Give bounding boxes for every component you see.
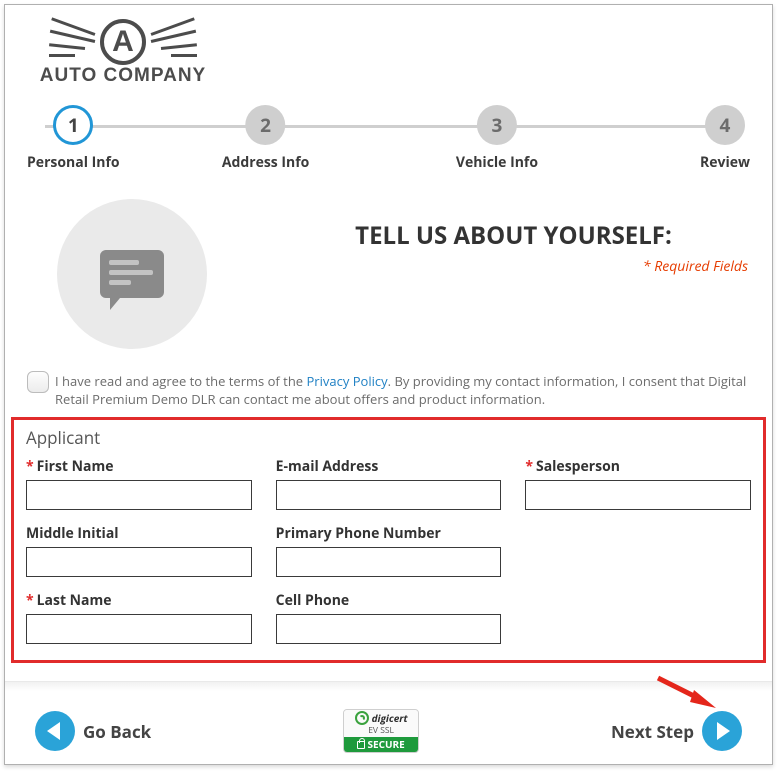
last-name-input[interactable] [26,614,252,644]
brand-logo: A AUTO COMPANY [23,19,223,87]
step-personal-info[interactable]: 1 Personal Info [27,105,120,172]
field-first-name: *First Name [26,457,252,510]
privacy-policy-link[interactable]: Privacy Policy [306,372,387,390]
required-star: * [525,457,533,476]
middle-initial-input[interactable] [26,547,252,577]
page-title: TELL US ABOUT YOURSELF: [273,219,754,252]
last-name-label: Last Name [37,591,112,610]
step-label: Personal Info [27,153,120,172]
field-primary-phone: Primary Phone Number [276,524,502,577]
arrow-right-icon [702,711,742,751]
consent-pre: I have read and agree to the terms of th… [55,372,306,390]
brand-emblem: A [63,19,183,69]
required-star: * [26,457,34,476]
consent-row: I have read and agree to the terms of th… [23,363,754,414]
lock-icon [357,741,365,749]
salesperson-label: Salesperson [536,457,620,476]
consent-checkbox[interactable] [27,371,49,393]
primary-phone-label: Primary Phone Number [276,524,441,543]
hero-section: TELL US ABOUT YOURSELF: * Required Field… [23,197,754,363]
go-back-label: Go Back [83,720,151,743]
next-step-button[interactable]: Next Step [611,711,742,751]
primary-phone-input[interactable] [276,547,502,577]
middle-initial-label: Middle Initial [26,524,119,543]
form-frame: A AUTO COMPANY 1Personal Info2Address In… [4,4,773,765]
first-name-label: First Name [37,457,114,476]
divider [5,681,772,691]
stepper-track [45,125,732,128]
field-middle-initial: Middle Initial [26,524,252,577]
speech-bubble-icon [100,250,164,298]
field-email: E-mail Address [276,457,502,510]
first-name-input[interactable] [26,480,252,510]
footer-nav: Go Back digicert EV SSL SECURE Next Step [23,691,754,759]
step-number: 3 [477,105,517,145]
go-back-button[interactable]: Go Back [35,711,151,751]
next-step-label: Next Step [611,720,694,743]
step-label: Address Info [222,153,310,172]
step-label: Vehicle Info [456,153,538,172]
swirl-icon [355,711,369,725]
step-review[interactable]: 4 Review [700,105,750,172]
salesperson-input[interactable] [525,480,751,510]
cell-phone-input[interactable] [276,614,502,644]
email-input[interactable] [276,480,502,510]
applicant-panel: Applicant *First Name Middle Initial *La… [11,417,766,663]
field-cell-phone: Cell Phone [276,591,502,644]
badge-secure: SECURE [367,737,404,751]
step-vehicle-info[interactable]: 3 Vehicle Info [456,105,538,172]
progress-stepper: 1Personal Info2Address Info3Vehicle Info… [27,105,750,165]
field-salesperson: *Salesperson [525,457,751,510]
step-address-info[interactable]: 2 Address Info [222,105,310,172]
arrow-left-icon [35,711,75,751]
step-label: Review [700,153,750,172]
step-number: 2 [246,105,286,145]
consent-text: I have read and agree to the terms of th… [55,373,750,408]
step-number: 4 [705,105,745,145]
email-label: E-mail Address [276,457,379,476]
content: A AUTO COMPANY 1Personal Info2Address In… [5,5,772,759]
cell-phone-label: Cell Phone [276,591,350,610]
field-last-name: *Last Name [26,591,252,644]
step-number: 1 [53,105,93,145]
ssl-secure-badge: digicert EV SSL SECURE [343,709,419,753]
brand-letter: A [112,25,134,59]
required-star: * [26,591,34,610]
applicant-heading: Applicant [26,426,751,449]
badge-brand: digicert [372,711,408,725]
required-fields-note: * Required Fields [273,257,748,276]
badge-line2: EV SSL [344,725,418,737]
hero-icon-circle [57,199,207,349]
